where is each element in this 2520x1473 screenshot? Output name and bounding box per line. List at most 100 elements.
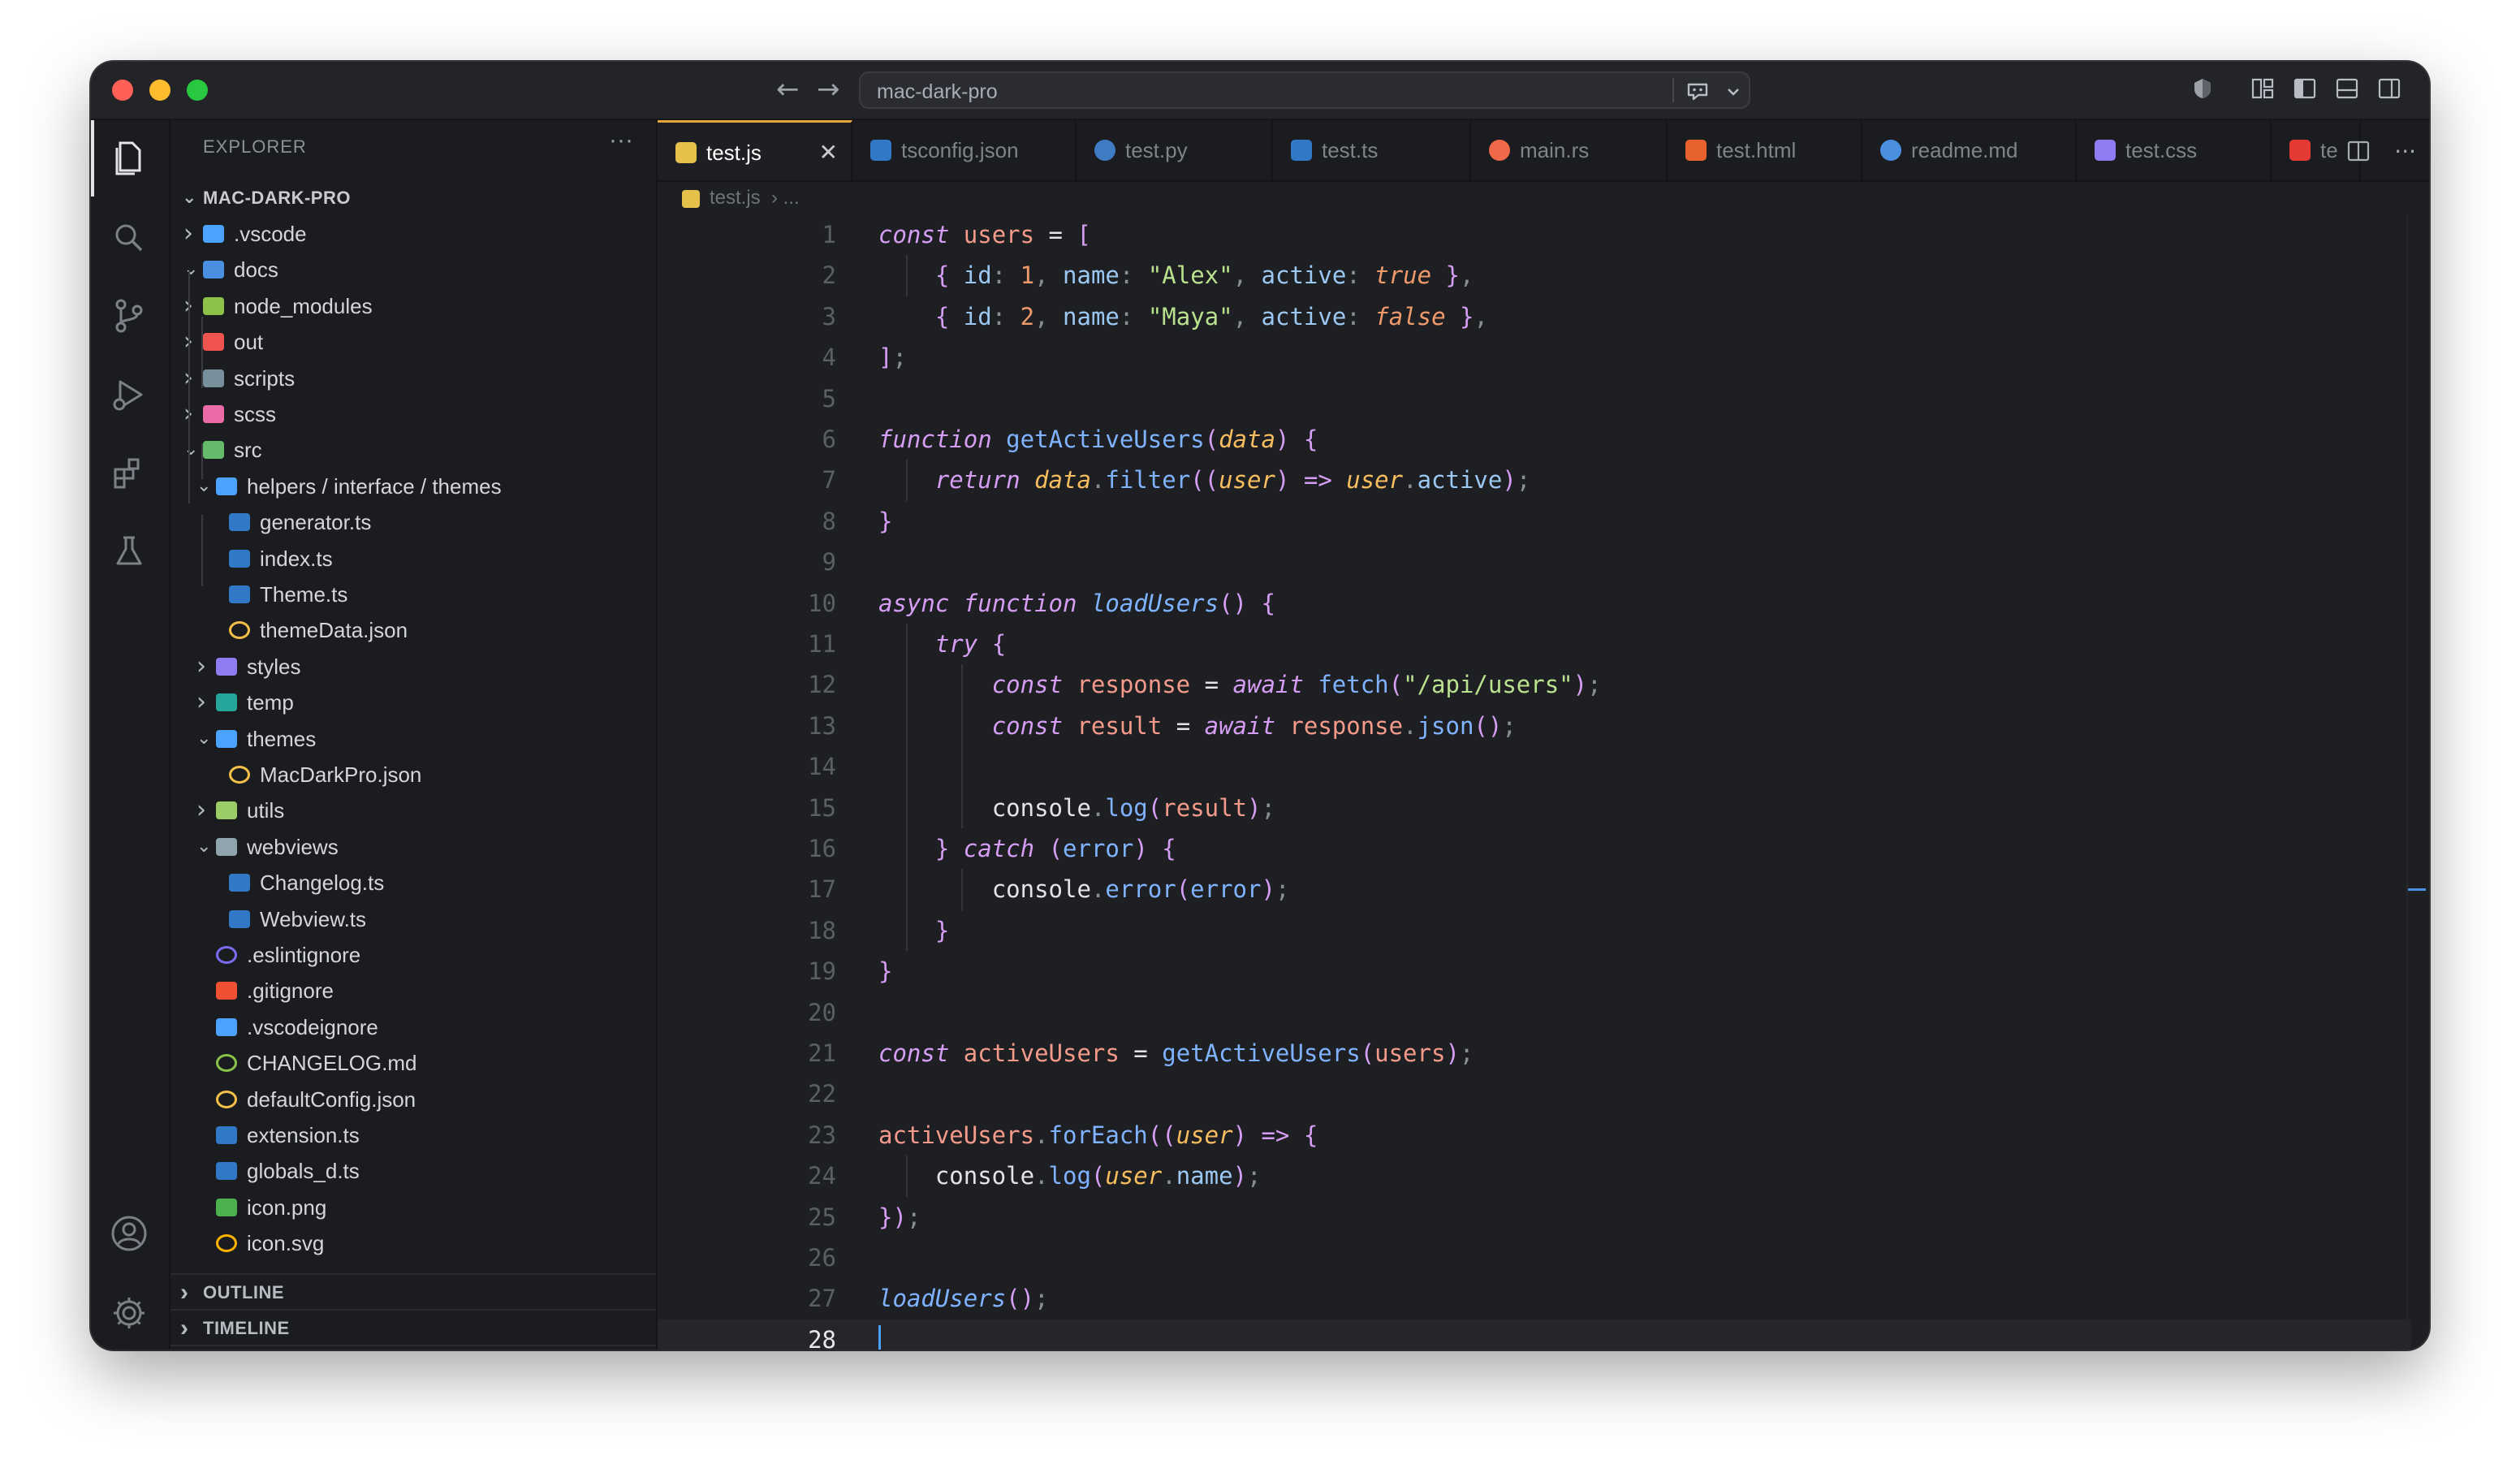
tree-file[interactable]: globals_d.ts xyxy=(170,1153,656,1189)
tree-folder[interactable]: ⌄ src xyxy=(170,432,656,468)
tree-file[interactable]: defaultConfig.json xyxy=(170,1082,656,1117)
tree-folder[interactable]: ⌄ helpers / interface / themes xyxy=(170,469,656,504)
tree-file[interactable]: icon.png xyxy=(170,1190,656,1225)
editor-scrollbar[interactable] xyxy=(2406,214,2429,1350)
editor-tab[interactable]: test.py xyxy=(1077,120,1273,180)
sidebar-section[interactable]: › JAVA PROJECTS xyxy=(170,1345,656,1350)
tree-file[interactable]: .eslintignore xyxy=(170,937,656,973)
breadcrumb-file[interactable]: test.js xyxy=(710,182,761,214)
accounts-shield-icon[interactable] xyxy=(2190,76,2215,101)
code-line[interactable]: const activeUsers = getActiveUsers(users… xyxy=(878,1033,1474,1073)
code-line[interactable]: }); xyxy=(878,1197,921,1238)
code-line[interactable]: } xyxy=(878,501,892,542)
tree-file[interactable]: .gitignore xyxy=(170,973,656,1009)
code-line[interactable]: return data.filter((user) => user.active… xyxy=(878,460,1530,500)
editor-tab[interactable]: test.html xyxy=(1668,120,1862,180)
command-center[interactable]: mac-dark-pro xyxy=(859,71,1750,109)
extensions-icon[interactable] xyxy=(109,453,149,494)
tree-file[interactable]: index.ts xyxy=(170,541,656,577)
editor-tab[interactable]: readme.md xyxy=(1862,120,2077,180)
code-line[interactable]: const users = [ xyxy=(878,214,1091,255)
tree-file[interactable]: MacDarkPro.json xyxy=(170,757,656,793)
run-debug-icon[interactable] xyxy=(109,375,149,416)
settings-gear-icon[interactable] xyxy=(109,1293,149,1333)
editor-tab[interactable]: test.css xyxy=(2077,120,2272,180)
close-tab-icon[interactable]: ✕ xyxy=(819,123,838,180)
tree-folder[interactable]: ›scripts xyxy=(170,361,656,396)
tree-folder[interactable]: › utils xyxy=(170,793,656,828)
minimize-window-button[interactable] xyxy=(149,80,170,101)
explorer-files-icon[interactable] xyxy=(109,138,149,179)
customize-layout-icon[interactable] xyxy=(2250,76,2275,101)
vscode-window: ← → mac-dark-pro EXPLORER ··· ⌄ MAC-DARK… xyxy=(91,62,2429,1350)
code-line[interactable]: loadUsers(); xyxy=(878,1278,1049,1319)
editor-tab[interactable]: test.js ✕ xyxy=(658,120,852,180)
copilot-chat-icon[interactable] xyxy=(1685,80,1710,104)
close-window-button[interactable] xyxy=(112,80,133,101)
back-arrow-icon[interactable]: ← xyxy=(776,73,800,106)
explorer-more-actions[interactable]: ··· xyxy=(609,127,633,154)
tree-folder[interactable]: › styles xyxy=(170,649,656,685)
tree-file[interactable]: .vscodeignore xyxy=(170,1009,656,1045)
code-line[interactable]: const result = await response.json(); xyxy=(878,706,1517,746)
code-line[interactable]: async function loadUsers() { xyxy=(878,583,1275,624)
folder-vscode-icon xyxy=(203,225,224,243)
chevron-down-icon[interactable] xyxy=(1726,84,1741,99)
code-line[interactable]: } xyxy=(878,910,949,951)
search-icon[interactable] xyxy=(109,218,149,258)
tree-file[interactable]: Changelog.ts xyxy=(170,865,656,901)
toggle-primary-sidebar-icon[interactable] xyxy=(2293,76,2317,101)
code-line[interactable]: { id: 2, name: "Maya", active: false }, xyxy=(878,296,1488,337)
code-line[interactable]: const response = await fetch("/api/users… xyxy=(878,664,1602,705)
code-line[interactable]: console.log(result); xyxy=(878,788,1275,828)
breadcrumb-rest[interactable]: › ... xyxy=(771,182,800,214)
tree-folder[interactable]: ›node_modules xyxy=(170,288,656,324)
toggle-panel-icon[interactable] xyxy=(2335,76,2359,101)
testing-beaker-icon[interactable] xyxy=(109,531,149,572)
tree-folder[interactable]: ›out xyxy=(170,324,656,360)
editor-tab[interactable]: tsconfig.json xyxy=(852,120,1077,180)
line-number: 16 xyxy=(808,835,836,862)
guide-themes xyxy=(201,443,203,479)
folder-open-icon xyxy=(216,837,237,856)
more-actions-icon[interactable]: ··· xyxy=(2394,138,2416,165)
tree-folder[interactable]: ⌄ themes xyxy=(170,721,656,757)
forward-arrow-icon[interactable]: → xyxy=(817,73,840,106)
tree-file[interactable]: extension.ts xyxy=(170,1117,656,1153)
tree-file[interactable]: icon.svg xyxy=(170,1225,656,1261)
tree-file[interactable]: generator.ts xyxy=(170,504,656,540)
folder-scripts-icon xyxy=(203,369,224,387)
accounts-icon[interactable] xyxy=(109,1213,149,1254)
tree-folder[interactable]: › .vscode xyxy=(170,216,656,252)
tab-label: main.rs xyxy=(1520,138,1590,162)
code-line[interactable]: } xyxy=(878,951,892,991)
line-number: 15 xyxy=(808,793,836,822)
zoom-window-button[interactable] xyxy=(187,80,208,101)
sidebar-section[interactable]: › TIMELINE xyxy=(170,1309,656,1346)
tree-folder[interactable]: › temp xyxy=(170,685,656,720)
code-line[interactable]: } catch (error) { xyxy=(878,828,1176,869)
code-line[interactable]: try { xyxy=(878,624,1006,664)
tree-folder[interactable]: ⌄ webviews xyxy=(170,829,656,865)
code-line[interactable]: function getActiveUsers(data) { xyxy=(878,419,1318,460)
editor-tab[interactable]: test.ts xyxy=(1273,120,1471,180)
tree-file[interactable]: themeData.json xyxy=(170,612,656,648)
code-line[interactable]: { id: 1, name: "Alex", active: true }, xyxy=(878,255,1474,296)
editor-tab[interactable]: main.rs xyxy=(1471,120,1668,180)
code-line[interactable]: console.error(error); xyxy=(878,869,1290,909)
tree-file[interactable]: CHANGELOG.md xyxy=(170,1045,656,1081)
tree-folder[interactable]: ›scss xyxy=(170,396,656,432)
line-number: 24 xyxy=(808,1162,836,1190)
code-line[interactable]: ]; xyxy=(878,337,907,378)
tree-file[interactable]: Theme.ts xyxy=(170,577,656,612)
sidebar-section[interactable]: › OUTLINE xyxy=(170,1273,656,1311)
code-editor[interactable]: 1 const users = [2 { id: 1, name: "Alex",… xyxy=(658,214,2411,1350)
workspace-root[interactable]: ⌄ MAC-DARK-PRO xyxy=(170,180,656,216)
toggle-secondary-sidebar-icon[interactable] xyxy=(2377,76,2401,101)
code-line[interactable]: console.log(user.name); xyxy=(878,1156,1262,1196)
split-editor-icon[interactable] xyxy=(2346,139,2371,163)
code-line[interactable]: activeUsers.forEach((user) => { xyxy=(878,1115,1318,1156)
tree-folder[interactable]: ⌄ docs xyxy=(170,252,656,287)
source-control-icon[interactable] xyxy=(109,296,149,336)
tree-file[interactable]: Webview.ts xyxy=(170,901,656,937)
